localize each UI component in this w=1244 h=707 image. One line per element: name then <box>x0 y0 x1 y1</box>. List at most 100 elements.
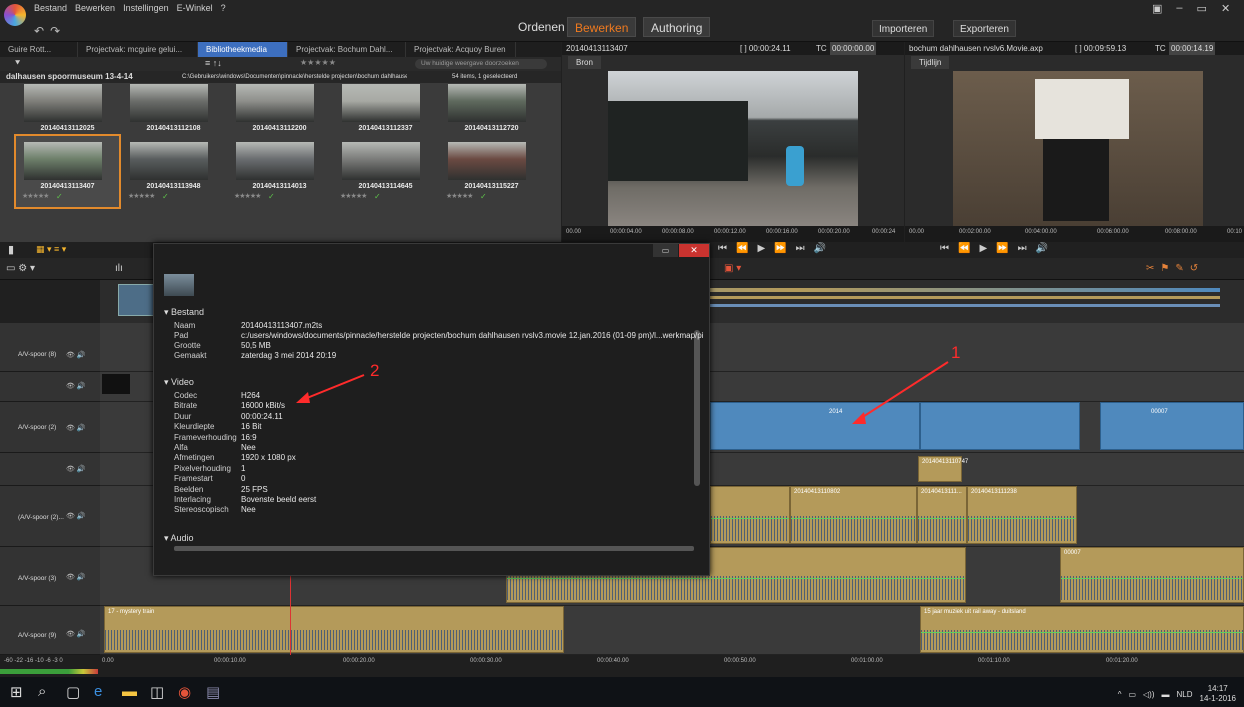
track-lane[interactable]: 17 - mystery train 15 jaar muziek uit ra… <box>100 606 1244 655</box>
rating-stars-icon[interactable]: ★★★★★ <box>234 192 261 200</box>
language-indicator[interactable]: NLD <box>1177 690 1193 699</box>
menu-instellingen[interactable]: Instellingen <box>123 3 169 13</box>
task-view-icon[interactable]: ▢ <box>66 683 80 701</box>
tab-ordenen[interactable]: Ordenen <box>511 17 572 37</box>
track-header[interactable]: 👁 🔊 <box>0 453 100 486</box>
sort-icon[interactable]: ≡ ↑↓ <box>205 58 222 68</box>
music-clip[interactable]: 15 jaar muziek uit rail away - duitsland <box>920 606 1244 653</box>
menu-bestand[interactable]: Bestand <box>34 3 67 13</box>
timeline-timecode[interactable]: 00:00:14.19 <box>1169 42 1216 55</box>
source-timecode[interactable]: 00:00:00.00 <box>830 42 877 55</box>
store-icon[interactable]: ◫ <box>150 683 164 701</box>
music-clip[interactable]: 17 - mystery train <box>104 606 564 653</box>
visibility-audio-icon[interactable]: 👁 🔊 <box>66 573 86 581</box>
library-clip[interactable]: 20140413115227 ★★★★★ ✓ <box>440 136 543 207</box>
library-tab[interactable]: Projectvak: Bochum Dahl... <box>288 42 406 57</box>
library-clip[interactable]: 20140413113948 ★★★★★ ✓ <box>122 136 225 207</box>
library-clip[interactable]: 20140413114645 ★★★★★ ✓ <box>334 136 437 207</box>
library-tab[interactable]: Projectvak: Acquoy Buren <box>406 42 516 57</box>
popup-close-button[interactable]: ✕ <box>679 244 709 257</box>
volume-icon[interactable]: ◁)) <box>1143 690 1154 699</box>
audio-clip[interactable]: 00007 <box>1060 547 1244 603</box>
track-header[interactable]: A/V-spoor (3) 👁 🔊 <box>0 547 100 606</box>
track-header[interactable]: 👁 🔊 <box>0 372 100 402</box>
export-button[interactable]: Exporteren <box>953 20 1016 37</box>
menu-bewerken[interactable]: Bewerken <box>75 3 115 13</box>
timeline-transport-controls[interactable]: ⏮⏪▶⏩⏭🔊 <box>940 243 1057 254</box>
windows-start-icon[interactable]: ⊞ <box>10 683 23 701</box>
timeline-ruler[interactable]: 00.00 00:02:00.00 00:04:00.00 00:06:00.0… <box>905 226 1244 242</box>
edge-browser-icon[interactable]: e <box>94 683 102 700</box>
track-header[interactable]: (A/V-spoor (2)... 👁 🔊 <box>0 486 100 547</box>
rating-stars-icon[interactable]: ★★★★★ <box>128 192 155 200</box>
redo-icon[interactable]: ↷ <box>50 24 66 38</box>
track-name[interactable]: (A/V-spoor (2)... <box>18 514 64 521</box>
visibility-audio-icon[interactable]: 👁 🔊 <box>66 382 86 390</box>
source-transport-controls[interactable]: ⏮⏪▶⏩⏭🔊 <box>718 243 835 254</box>
library-tab[interactable]: Guire Rott... <box>0 42 78 57</box>
popup-minimize-button[interactable]: ▭ <box>653 244 678 257</box>
clock[interactable]: 14:17 14-1-2016 <box>1200 684 1236 704</box>
menu-e-winkel[interactable]: E-Winkel <box>177 3 213 13</box>
library-tab[interactable]: Projectvak: mcguire gelui... <box>78 42 198 57</box>
track-name[interactable]: A/V-spoor (8) <box>18 351 56 358</box>
audio-clip[interactable]: 20140413111238 <box>967 486 1077 544</box>
tab-authoring[interactable]: Authoring <box>643 17 711 37</box>
app-logo-icon[interactable] <box>4 4 26 26</box>
tray-chevron-icon[interactable]: ^ <box>1118 690 1122 699</box>
audio-clip[interactable]: 20140413110802 <box>790 486 917 544</box>
search-icon[interactable]: ⌕ <box>38 683 46 700</box>
audio-clip[interactable] <box>710 486 790 544</box>
track-header[interactable]: A/V-spoor (2) 👁 🔊 <box>0 402 100 453</box>
help-icon[interactable]: ? <box>221 3 226 13</box>
timeline-ruler-bar[interactable]: -60 -22 -16 -10 -6 -3 0 0.00 00:00:10.00… <box>0 655 1244 677</box>
title-clip[interactable] <box>102 374 130 394</box>
edit-tools-icons[interactable]: ✂⚑✎↺ <box>1146 263 1204 274</box>
library-clip-selected[interactable]: 20140413113407 ★★★★★ ✓ <box>14 134 121 209</box>
visibility-audio-icon[interactable]: 👁 🔊 <box>66 465 86 473</box>
store-icon[interactable]: ▣ <box>1152 2 1162 15</box>
section-audio[interactable]: ▾ Audio <box>164 533 194 544</box>
track-header[interactable]: A/V-spoor (9) 👁 🔊 <box>0 606 100 655</box>
pinnacle-app-icon[interactable]: ◉ <box>178 683 191 701</box>
tab-bewerken[interactable]: Bewerken <box>567 17 637 37</box>
library-clip[interactable]: 20140413114013 ★★★★★ ✓ <box>228 136 331 207</box>
rating-stars-icon[interactable]: ★★★★★ <box>340 192 367 200</box>
video-clip[interactable]: 2014 <box>710 402 920 450</box>
audio-mixer-icon[interactable]: ılı <box>115 263 123 274</box>
marker-icon[interactable]: ▣ ▾ <box>724 263 741 274</box>
visibility-audio-icon[interactable]: 👁 🔊 <box>66 630 86 638</box>
source-ruler[interactable]: 00.00 00:00:04.00 00:00:08.00 00:00:12.0… <box>562 226 904 242</box>
tab-tijdlijn[interactable]: Tijdlijn <box>911 56 950 69</box>
track-name[interactable]: A/V-spoor (2) <box>18 424 56 431</box>
view-toggle-icon[interactable]: ▮ <box>8 243 14 256</box>
navigator-window[interactable] <box>118 284 158 316</box>
section-bestand[interactable]: ▾ Bestand <box>164 307 204 318</box>
grid-view-icon[interactable]: ▦ ▾ ≡ ▾ <box>36 244 66 255</box>
rating-filter-icon[interactable]: ★★★★★ <box>300 58 336 67</box>
visibility-audio-icon[interactable]: 👁 🔊 <box>66 351 86 359</box>
library-tab-active[interactable]: Bibliotheekmedia <box>198 42 288 57</box>
notepad-icon[interactable]: ▤ <box>206 683 220 701</box>
network-icon[interactable]: ▭ <box>1128 690 1136 699</box>
visibility-audio-icon[interactable]: 👁 🔊 <box>66 512 86 520</box>
close-button[interactable]: ✕ <box>1221 2 1230 15</box>
import-button[interactable]: Importeren <box>872 20 935 37</box>
file-explorer-icon[interactable]: ▬ <box>122 683 137 700</box>
notifications-icon[interactable]: ▬ <box>1162 690 1170 699</box>
track-name[interactable]: A/V-spoor (3) <box>18 575 56 582</box>
visibility-audio-icon[interactable]: 👁 🔊 <box>66 424 86 432</box>
horizontal-scrollbar[interactable] <box>174 546 694 551</box>
tag-icon[interactable]: ⯆ <box>14 58 21 69</box>
audio-clip[interactable]: 20140413110747 <box>918 456 968 482</box>
maximize-button[interactable]: ▭ <box>1197 2 1207 15</box>
minimize-button[interactable]: – <box>1176 2 1182 15</box>
rating-stars-icon[interactable]: ★★★★★ <box>446 192 473 200</box>
settings-icon[interactable]: ▭ ⚙ ▾ <box>6 263 35 274</box>
rating-stars-icon[interactable]: ★★★★★ <box>22 192 49 200</box>
video-clip[interactable]: 00007 <box>1100 402 1244 450</box>
undo-icon[interactable]: ↶ <box>34 24 50 38</box>
audio-clip[interactable]: 20140413111... <box>917 486 967 544</box>
video-clip[interactable] <box>920 402 1080 450</box>
track-name[interactable]: A/V-spoor (9) <box>18 632 56 639</box>
